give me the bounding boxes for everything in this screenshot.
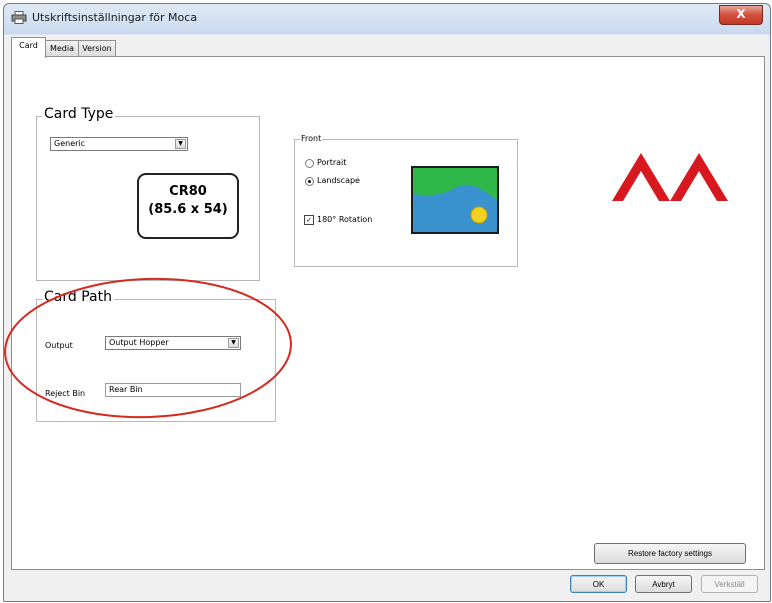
printer-icon <box>11 11 27 24</box>
front-legend: Front <box>300 134 323 143</box>
card-type-group: Card Type Generic ▼ CR80 (85.6 x 54) <box>36 106 260 281</box>
chevron-down-icon[interactable]: ▼ <box>228 338 239 348</box>
card-size-illustration: CR80 (85.6 x 54) <box>137 173 239 239</box>
card-size-dimensions: (85.6 x 54) <box>148 202 228 217</box>
card-type-select[interactable]: Generic ▼ <box>50 137 188 151</box>
moca-logo <box>612 153 728 201</box>
apply-button[interactable]: Verkställ <box>701 575 758 593</box>
print-settings-window: Utskriftsinställningar för Moca X Card M… <box>3 3 771 602</box>
reject-bin-label: Reject Bin <box>45 389 86 398</box>
tab-card[interactable]: Card <box>11 37 46 58</box>
title-bar[interactable]: Utskriftsinställningar för Moca X <box>4 4 770 32</box>
rotation-checkbox[interactable]: ✓ <box>304 215 314 225</box>
tab-version[interactable]: Version <box>78 40 116 57</box>
tab-media[interactable]: Media <box>44 40 80 57</box>
reject-bin-field[interactable]: Rear Bin <box>105 383 241 397</box>
landscape-label: Landscape <box>317 176 360 185</box>
output-value: Output Hopper <box>109 338 169 347</box>
output-label: Output <box>45 341 73 350</box>
card-type-value: Generic <box>54 139 86 148</box>
ok-button[interactable]: OK <box>570 575 627 593</box>
card-path-legend: Card Path <box>42 289 114 305</box>
restore-factory-settings-button[interactable]: Restore factory settings <box>594 543 746 564</box>
close-button[interactable]: X <box>719 5 763 25</box>
card-path-group: Card Path Output Output Hopper ▼ Reject … <box>36 289 276 422</box>
window-title: Utskriftsinställningar för Moca <box>32 11 198 24</box>
landscape-preview-image <box>411 166 499 234</box>
card-size-name: CR80 <box>169 184 207 199</box>
card-settings-panel: Card Type Generic ▼ CR80 (85.6 x 54) Fro… <box>11 56 765 570</box>
chevron-down-icon[interactable]: ▼ <box>175 139 186 149</box>
rotation-label: 180° Rotation <box>317 215 373 224</box>
landscape-radio[interactable] <box>305 177 314 186</box>
output-select[interactable]: Output Hopper ▼ <box>105 336 241 350</box>
portrait-label: Portrait <box>317 158 347 167</box>
front-group: Front Portrait Landscape ✓ 180° Rotation <box>294 134 518 267</box>
cancel-button[interactable]: Avbryt <box>635 575 692 593</box>
portrait-radio[interactable] <box>305 159 314 168</box>
card-type-legend: Card Type <box>42 106 116 122</box>
